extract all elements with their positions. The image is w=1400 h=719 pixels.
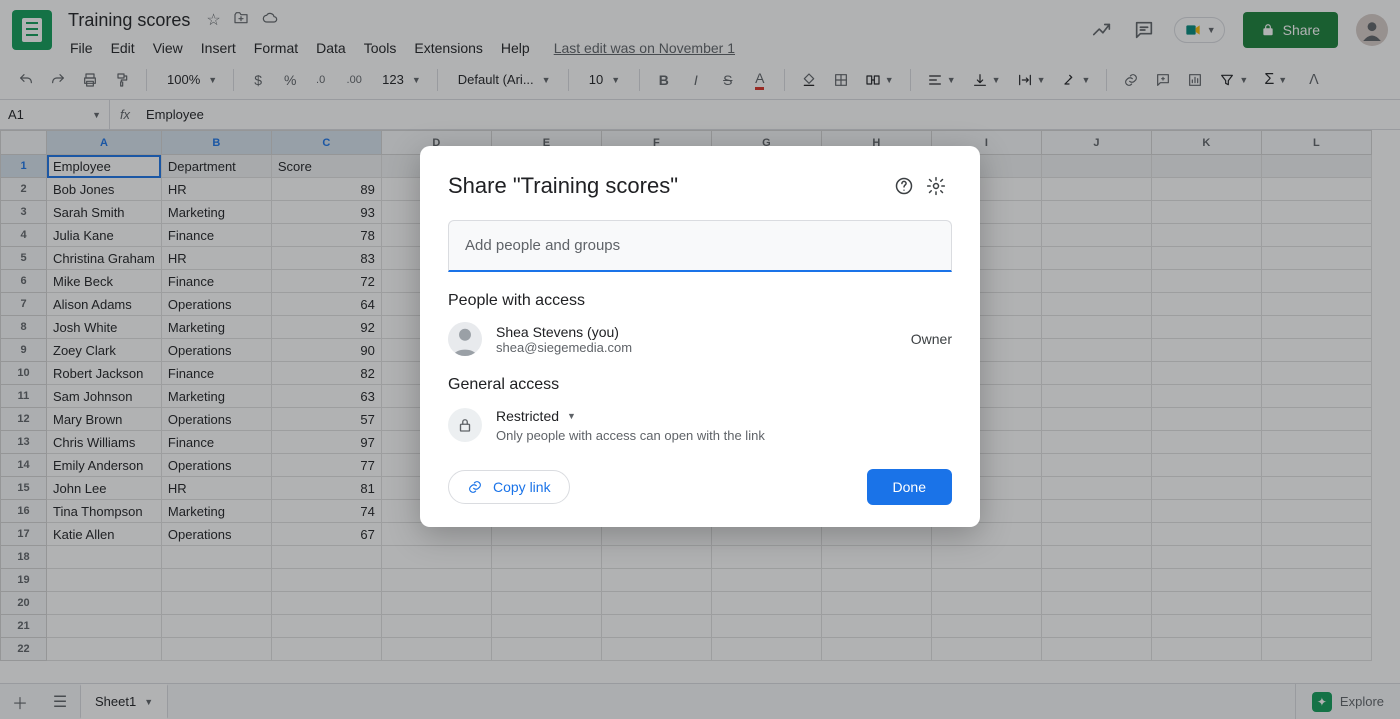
access-level-dropdown[interactable]: Restricted ▼	[496, 408, 765, 424]
access-level-description: Only people with access can open with th…	[496, 428, 765, 443]
help-icon[interactable]	[888, 170, 920, 202]
copy-link-button[interactable]: Copy link	[448, 470, 570, 504]
done-button[interactable]: Done	[867, 469, 952, 505]
general-access-heading: General access	[448, 376, 952, 394]
person-row: Shea Stevens (you) shea@siegemedia.com O…	[448, 322, 952, 356]
lock-icon	[448, 408, 482, 442]
settings-icon[interactable]	[920, 170, 952, 202]
access-level-label: Restricted	[496, 408, 559, 424]
share-dialog: Share "Training scores" Add people and g…	[420, 146, 980, 527]
add-people-placeholder: Add people and groups	[465, 237, 620, 254]
add-people-input[interactable]: Add people and groups	[448, 220, 952, 272]
copy-link-label: Copy link	[493, 479, 551, 495]
people-with-access-heading: People with access	[448, 292, 952, 310]
person-role: Owner	[911, 331, 952, 347]
person-name: Shea Stevens (you)	[496, 324, 897, 340]
modal-scrim[interactable]: Share "Training scores" Add people and g…	[0, 0, 1400, 719]
dialog-title: Share "Training scores"	[448, 173, 888, 199]
person-email: shea@siegemedia.com	[496, 340, 897, 355]
person-avatar	[448, 322, 482, 356]
done-button-label: Done	[893, 479, 926, 495]
